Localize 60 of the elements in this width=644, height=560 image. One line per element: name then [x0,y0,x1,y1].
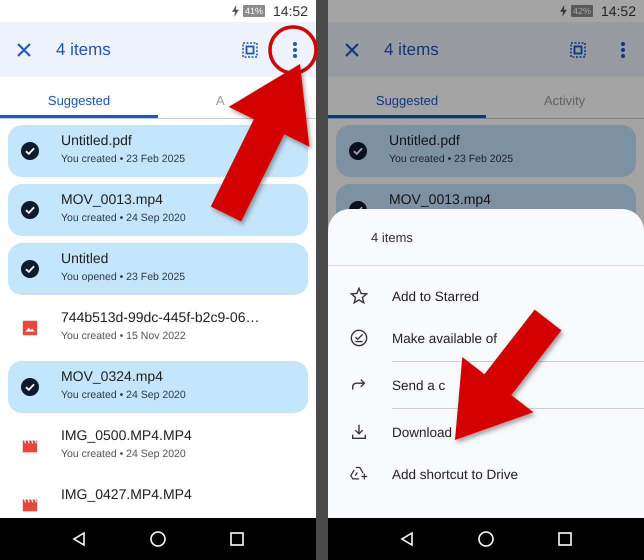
more-icon[interactable] [620,40,626,58]
check-circle-icon [350,329,368,347]
home-icon[interactable] [150,531,166,547]
recents-icon[interactable] [556,531,573,547]
star-icon [350,287,368,305]
clock: 14:52 [272,3,308,19]
select-all-icon[interactable] [570,42,586,58]
tab[interactable]: Suggested [0,77,158,118]
file-name: Untitled.pdf [61,132,133,148]
clock: 14:52 [600,3,636,19]
file-name: MOV_0013.mp4 [389,191,491,207]
file-details: You created • 15 Nov 2022 [61,330,187,342]
select-all-icon[interactable] [242,42,258,58]
check-icon [21,142,39,160]
menu-item[interactable]: Send a c [328,364,644,406]
sheet-title: 4 items [328,209,644,266]
file-details: You created • 23 Feb 2025 [61,153,186,165]
file-name: IMG_0427.MP4.MP4 [61,486,192,502]
file-row[interactable]: MOV_0324.mp4 You created • 24 Sep 2020 [8,361,308,413]
image-icon [21,319,39,337]
close-icon[interactable] [17,42,31,56]
file-row[interactable]: Untitled.pdf You created • 23 Feb 2025 [336,125,636,177]
home-icon[interactable] [478,531,494,547]
battery-level: 42% [570,5,593,17]
selection-count: 4 items [384,40,440,60]
file-details: You created • 23 Feb 2025 [389,153,514,165]
check-icon [349,142,367,160]
file-row[interactable]: IMG_0427.MP4.MP4 [8,479,308,518]
file-row[interactable]: Untitled You opened • 23 Feb 2025 [8,243,308,295]
file-details: You created • 24 Sep 2020 [61,212,186,224]
tab[interactable]: Suggested [328,77,486,118]
charging-icon [560,5,567,17]
more-icon[interactable] [292,40,298,58]
file-row[interactable]: IMG_0500.MP4.MP4 You created • 24 Sep 2020 [8,420,308,472]
file-name: IMG_0500.MP4.MP4 [61,427,192,443]
back-icon[interactable] [399,531,416,547]
recents-icon[interactable] [228,531,245,547]
menu-item[interactable]: Add shortcut to Drive [328,453,644,495]
check-icon [21,201,39,219]
menu-item[interactable]: Make available of [328,317,644,359]
battery-level: 41% [242,5,265,17]
download-icon [350,423,368,441]
menu-item[interactable]: Download [328,411,644,453]
file-name: 744b513d-99dc-445f-b2c9-06… [61,309,260,325]
menu-item[interactable]: Add to Starred [328,275,644,317]
charging-icon [232,5,239,17]
file-name: MOV_0013.mp4 [61,191,164,207]
file-row[interactable]: 744b513d-99dc-445f-b2c9-06… You created • 15 Nov 2022 [8,302,308,354]
close-icon[interactable] [345,42,359,56]
file-details: You created • 24 Sep 2020 [61,448,187,460]
check-icon [21,260,39,278]
file-details: You opened • 23 Feb 2025 [61,271,186,283]
file-details: You created • 24 Sep 2020 [61,389,186,401]
file-name: Untitled.pdf [389,132,461,148]
check-icon [21,378,39,396]
file-row[interactable]: MOV_0013.mp4 You created • 24 Sep 2020 [8,184,308,236]
back-icon[interactable] [71,531,88,547]
selection-count: 4 items [56,40,112,60]
file-name: MOV_0324.mp4 [61,368,164,384]
file-name: Untitled [61,250,110,266]
